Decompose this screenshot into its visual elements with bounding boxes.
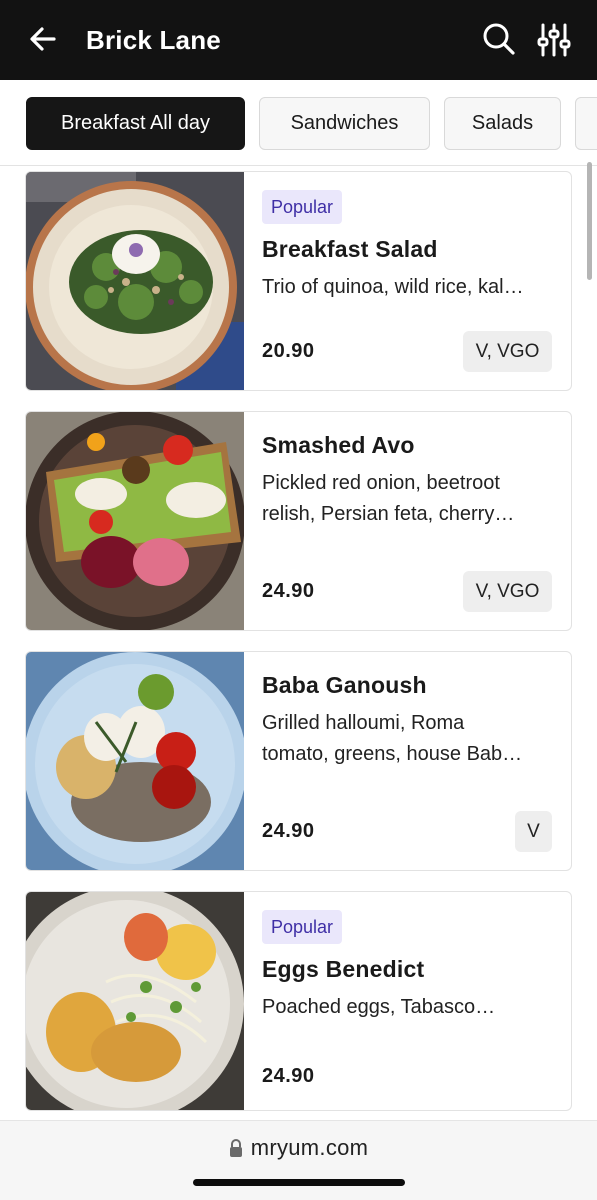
popular-badge: Popular: [262, 190, 343, 224]
item-description-line: Trio of quinoa, wild rice, kal…: [262, 276, 524, 298]
category-tabs: Breakfast All day Sandwiches Salads: [0, 80, 597, 166]
tab-salads[interactable]: Salads: [444, 97, 561, 150]
item-name: Eggs Benedict: [262, 956, 425, 982]
menu-item-card[interactable]: Baba Ganoush Grilled halloumi, Roma toma…: [25, 651, 572, 871]
breakfast-salad-photo: [26, 172, 244, 390]
item-description: Trio of quinoa, wild rice, kal…: [262, 272, 552, 303]
item-description-line: relish, Persian feta, cherry…: [262, 503, 515, 525]
home-indicator[interactable]: [193, 1179, 405, 1186]
item-description-line: Pickled red onion, beetroot: [262, 472, 500, 494]
item-description: Grilled halloumi, Roma tomato, greens, h…: [262, 708, 552, 770]
item-price: 24.90: [262, 580, 315, 602]
item-name: Baba Ganoush: [262, 672, 427, 698]
dietary-tag: V, VGO: [463, 571, 552, 612]
tab-breakfast-all-day[interactable]: Breakfast All day: [26, 97, 245, 150]
app-header: Brick Lane: [0, 0, 597, 80]
menu-item-card[interactable]: Smashed Avo Pickled red onion, beetroot …: [25, 411, 572, 631]
lock-icon: [229, 1139, 242, 1157]
item-description: Pickled red onion, beetroot relish, Pers…: [262, 468, 552, 530]
sliders-icon: [537, 23, 571, 57]
filter-button[interactable]: [534, 20, 574, 60]
dietary-tag: V, VGO: [463, 331, 552, 372]
arrow-left-icon: [30, 27, 56, 51]
tab-sandwiches[interactable]: Sandwiches: [259, 97, 430, 150]
item-description: Poached eggs, Tabasco…: [262, 992, 552, 1023]
page-title: Brick Lane: [86, 25, 221, 55]
url-display[interactable]: mryum.com: [0, 1135, 597, 1161]
item-name: Breakfast Salad: [262, 236, 438, 262]
item-price: 24.90: [262, 1065, 315, 1087]
search-icon: [483, 23, 515, 55]
item-price: 24.90: [262, 820, 315, 842]
tab-next-partial[interactable]: [575, 97, 597, 150]
item-name: Smashed Avo: [262, 432, 415, 458]
item-price: 20.90: [262, 340, 315, 362]
baba-ganoush-photo: [26, 652, 244, 870]
popular-badge: Popular: [262, 910, 343, 944]
item-description-line: Poached eggs, Tabasco…: [262, 996, 496, 1018]
menu-item-card[interactable]: Popular Eggs Benedict Poached eggs, Taba…: [25, 891, 572, 1111]
url-text: mryum.com: [250, 1135, 369, 1160]
back-button[interactable]: [26, 22, 60, 56]
browser-address-bar[interactable]: mryum.com: [0, 1120, 597, 1200]
scrollbar-thumb[interactable]: [587, 162, 592, 280]
eggs-benedict-photo: [26, 892, 244, 1110]
item-description-line: tomato, greens, house Bab…: [262, 743, 523, 765]
dietary-tag: V: [515, 811, 552, 852]
menu-list: Popular Breakfast Salad Trio of quinoa, …: [0, 167, 597, 1120]
search-button[interactable]: [480, 20, 518, 58]
smashed-avo-photo: [26, 412, 244, 630]
item-description-line: Grilled halloumi, Roma: [262, 712, 465, 734]
menu-item-card[interactable]: Popular Breakfast Salad Trio of quinoa, …: [25, 171, 572, 391]
